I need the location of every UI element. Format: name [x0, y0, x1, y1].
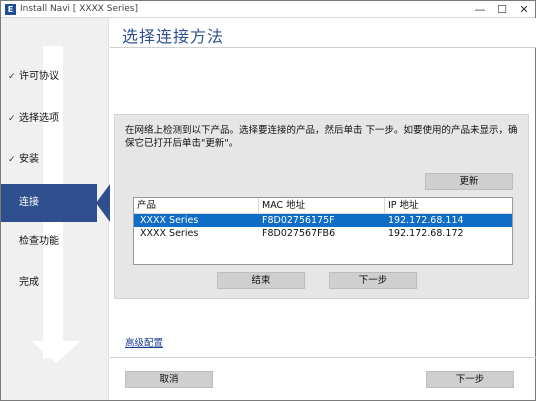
column-header-ip[interactable]: IP 地址 [384, 198, 512, 213]
installer-window: E Install Navi [ XXXX Series] — ☐ ✕ ✓ 许可… [0, 0, 536, 401]
cancel-button[interactable]: 取消 [125, 371, 213, 388]
active-step-pointer [96, 184, 110, 222]
header-divider [110, 47, 536, 48]
next-step-button-inner[interactable]: 下一步 [329, 272, 417, 289]
finish-button[interactable]: 结束 [217, 272, 305, 289]
table-row[interactable]: XXXX Series F8D02756175F 192.172.68.114 [134, 214, 512, 227]
step-label: 选择选项 [19, 113, 59, 124]
advanced-config-link[interactable]: 高级配置 [125, 335, 163, 349]
column-header-mac[interactable]: MAC 地址 [258, 198, 384, 213]
next-button[interactable]: 下一步 [426, 371, 514, 388]
title-bar: E Install Navi [ XXXX Series] — ☐ ✕ [1, 1, 535, 18]
step-connect: 连接 [1, 184, 97, 222]
window-title: Install Navi [ XXXX Series] [20, 4, 138, 14]
maximize-icon[interactable]: ☐ [491, 2, 513, 17]
cell-ip: 192.172.68.172 [388, 228, 464, 239]
step-install: ✓ 安装 [1, 149, 109, 171]
cell-product: XXXX Series [140, 228, 199, 239]
step-label: 安装 [19, 154, 39, 165]
footer-divider [110, 357, 536, 358]
step-label: 完成 [19, 277, 39, 288]
step-check-functions: 检查功能 [1, 231, 109, 253]
refresh-button[interactable]: 更新 [425, 173, 513, 190]
step-label: 检查功能 [19, 236, 59, 247]
check-icon: ✓ [8, 72, 16, 82]
product-table: 产品 MAC 地址 IP 地址 XXXX Series F8D02756175F… [133, 197, 513, 265]
close-icon[interactable]: ✕ [513, 2, 535, 17]
cell-ip: 192.172.68.114 [388, 215, 464, 226]
app-icon: E [5, 4, 16, 15]
table-row[interactable]: XXXX Series F8D027567FB6 192.172.68.172 [134, 227, 512, 240]
cell-mac: F8D02756175F [262, 215, 335, 226]
cell-mac: F8D027567FB6 [262, 228, 336, 239]
progress-arrow-head [31, 341, 81, 363]
check-icon: ✓ [8, 155, 16, 165]
instructions-text: 在网络上检测到以下产品。选择要连接的产品，然后单击 下一步。如要使用的产品未显示… [125, 125, 518, 149]
minimize-icon[interactable]: — [469, 2, 491, 17]
page-title: 选择连接方法 [122, 27, 225, 46]
step-label: 连接 [19, 197, 39, 208]
step-options: ✓ 选择选项 [1, 108, 109, 130]
check-icon: ✓ [8, 114, 16, 124]
step-label: 许可协议 [19, 71, 59, 82]
step-finish: 完成 [1, 272, 109, 294]
column-header-product[interactable]: 产品 [134, 198, 258, 213]
step-license: ✓ 许可协议 [1, 66, 109, 88]
cell-product: XXXX Series [140, 215, 199, 226]
